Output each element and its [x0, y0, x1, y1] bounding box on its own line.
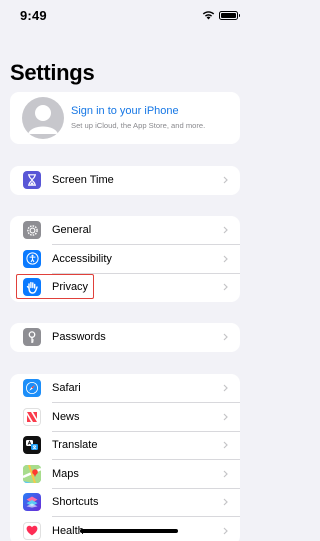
settings-row-label: Screen Time — [52, 174, 114, 187]
status-icons — [202, 10, 240, 20]
settings-row-label: Passwords — [52, 331, 106, 344]
settings-row-passwords[interactable]: Passwords — [10, 323, 240, 352]
sign-in-title: Sign in to your iPhone — [71, 105, 179, 117]
settings-row-label: General — [52, 224, 92, 237]
settings-row-shortcuts[interactable]: Shortcuts — [10, 488, 240, 517]
chevron-right-icon — [222, 470, 229, 478]
screen-time-group: Screen Time — [10, 166, 240, 195]
sign-in-card[interactable]: Sign in to your iPhone Set up iCloud, th… — [10, 92, 240, 144]
gear-icon — [23, 221, 41, 240]
key-icon — [23, 328, 41, 347]
chevron-right-icon — [222, 255, 229, 263]
home-indicator[interactable] — [80, 529, 178, 533]
chevron-right-icon — [222, 226, 229, 234]
compass-icon — [23, 379, 41, 398]
status-time: 9:49 — [20, 8, 47, 23]
chevron-right-icon — [222, 283, 229, 291]
settings-row-accessibility[interactable]: Accessibility — [10, 245, 240, 273]
settings-row-label: Translate — [52, 439, 98, 452]
settings-row-news[interactable]: News — [10, 403, 240, 431]
chevron-right-icon — [222, 441, 229, 449]
settings-row-label: Accessibility — [52, 252, 112, 265]
heart-icon — [23, 521, 41, 540]
battery-icon — [219, 10, 240, 20]
page-title: Settings — [10, 60, 95, 85]
chevron-right-icon — [222, 413, 229, 421]
chevron-right-icon — [222, 498, 229, 506]
passwords-group: Passwords — [10, 323, 240, 352]
settings-row-privacy[interactable]: Privacy — [10, 273, 240, 302]
settings-row-maps[interactable]: Maps — [10, 460, 240, 488]
settings-row-general[interactable]: General — [10, 216, 240, 245]
settings-row-label: News — [52, 410, 80, 423]
chevron-right-icon — [222, 527, 229, 535]
status-bar: 9:49 — [0, 0, 250, 34]
news-icon — [23, 407, 41, 426]
wifi-icon — [202, 10, 215, 20]
sign-in-subtitle: Set up iCloud, the App Store, and more. — [71, 121, 206, 130]
avatar-icon — [22, 97, 64, 139]
settings-screen: 9:49 Settings Sign in to your iPhone Set… — [0, 0, 250, 541]
settings-row-label: Privacy — [52, 281, 89, 294]
settings-row-label: Shortcuts — [52, 496, 99, 509]
general-group: General Accessibility Privacy — [10, 216, 240, 302]
chevron-right-icon — [222, 333, 229, 341]
settings-row-translate[interactable]: Translate — [10, 431, 240, 460]
hourglass-icon — [23, 171, 41, 190]
settings-row-safari[interactable]: Safari — [10, 374, 240, 403]
settings-row-label: Safari — [52, 382, 81, 395]
shortcuts-icon — [23, 493, 41, 512]
settings-row-label: Maps — [52, 467, 79, 480]
accessibility-icon — [23, 249, 41, 268]
translate-icon — [23, 436, 41, 455]
settings-row-screen-time[interactable]: Screen Time — [10, 166, 240, 195]
apps-group: Safari News Translate Maps Shortcuts Hea… — [10, 374, 240, 541]
map-icon — [23, 464, 41, 483]
chevron-right-icon — [222, 384, 229, 392]
chevron-right-icon — [222, 176, 229, 184]
hand-icon — [23, 278, 41, 297]
